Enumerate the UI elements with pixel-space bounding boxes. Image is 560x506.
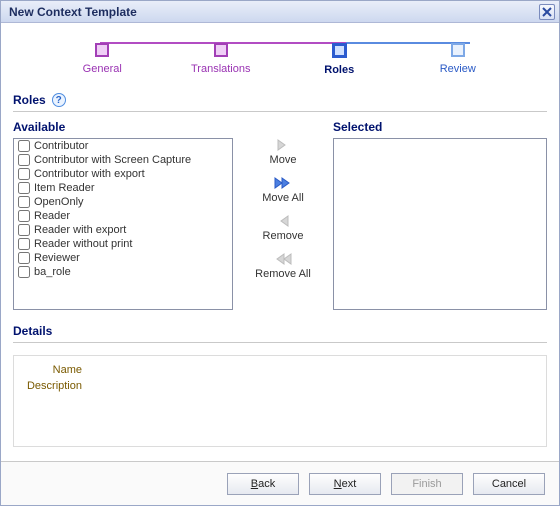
chevron-right-icon: [272, 138, 294, 152]
help-icon[interactable]: ?: [52, 93, 66, 107]
available-column: Available Contributor Contributor with Sc…: [13, 120, 233, 310]
step-review[interactable]: Review: [399, 43, 518, 75]
close-icon: [542, 7, 552, 17]
role-label: Reader: [34, 210, 70, 222]
selected-column: Selected: [333, 120, 547, 310]
step-general[interactable]: General: [43, 43, 162, 75]
selected-label: Selected: [333, 120, 547, 134]
step-label: General: [83, 63, 122, 75]
list-item[interactable]: ba_role: [14, 265, 232, 279]
list-item[interactable]: Contributor: [14, 139, 232, 153]
step-label: Review: [440, 63, 476, 75]
step-box-icon: [332, 43, 347, 58]
chevron-left-icon: [272, 214, 294, 228]
step-label: Translations: [191, 63, 251, 75]
details-name-row: Name: [26, 364, 534, 376]
details-description-label: Description: [26, 380, 86, 392]
move-all-button[interactable]: Move All: [262, 176, 304, 204]
role-label: ba_role: [34, 266, 71, 278]
list-item[interactable]: Reader with export: [14, 223, 232, 237]
move-all-label: Move All: [262, 192, 304, 204]
list-item[interactable]: Reader: [14, 209, 232, 223]
role-label: Reader with export: [34, 224, 126, 236]
role-label: Reviewer: [34, 252, 80, 264]
button-bar: Back Next Finish Cancel: [1, 461, 559, 505]
role-label: Contributor: [34, 140, 88, 152]
double-chevron-right-icon: [272, 176, 294, 190]
details-name-label: Name: [26, 364, 86, 376]
available-label: Available: [13, 120, 233, 134]
step-roles[interactable]: Roles: [280, 43, 399, 76]
back-button[interactable]: Back: [227, 473, 299, 495]
transfer-buttons: Move Move All Remove: [241, 120, 325, 310]
remove-button[interactable]: Remove: [263, 214, 304, 242]
divider: [13, 111, 547, 112]
role-label: Item Reader: [34, 182, 95, 194]
dialog: New Context Template General Translation…: [0, 0, 560, 506]
remove-all-button[interactable]: Remove All: [255, 252, 311, 280]
close-button[interactable]: [539, 4, 555, 20]
finish-button: Finish: [391, 473, 463, 495]
role-label: Contributor with export: [34, 168, 145, 180]
list-item[interactable]: Contributor with Screen Capture: [14, 153, 232, 167]
step-box-icon: [95, 43, 109, 57]
double-chevron-left-icon: [272, 252, 294, 266]
role-checkbox[interactable]: [18, 168, 30, 180]
role-checkbox[interactable]: [18, 266, 30, 278]
selected-listbox[interactable]: [333, 138, 547, 310]
role-checkbox[interactable]: [18, 154, 30, 166]
details-description-row: Description: [26, 380, 534, 392]
move-button[interactable]: Move: [270, 138, 297, 166]
role-label: OpenOnly: [34, 196, 84, 208]
list-item[interactable]: Contributor with export: [14, 167, 232, 181]
list-item[interactable]: Reader without print: [14, 237, 232, 251]
role-checkbox[interactable]: [18, 252, 30, 264]
wizard-steps: General Translations Roles Review: [43, 35, 517, 83]
section-title: Roles: [13, 93, 46, 107]
available-listbox[interactable]: Contributor Contributor with Screen Captu…: [13, 138, 233, 310]
dialog-title: New Context Template: [9, 5, 539, 19]
list-item[interactable]: OpenOnly: [14, 195, 232, 209]
remove-all-label: Remove All: [255, 268, 311, 280]
role-checkbox[interactable]: [18, 224, 30, 236]
step-box-icon: [451, 43, 465, 57]
remove-label: Remove: [263, 230, 304, 242]
role-checkbox[interactable]: [18, 238, 30, 250]
cancel-label: Cancel: [492, 478, 526, 490]
role-label: Reader without print: [34, 238, 132, 250]
role-checkbox[interactable]: [18, 196, 30, 208]
step-box-icon: [214, 43, 228, 57]
step-translations[interactable]: Translations: [162, 43, 281, 75]
role-checkbox[interactable]: [18, 210, 30, 222]
details-header: Details: [13, 324, 547, 338]
list-item[interactable]: Reviewer: [14, 251, 232, 265]
role-checkbox[interactable]: [18, 140, 30, 152]
section-header: Roles ?: [13, 93, 547, 107]
role-checkbox[interactable]: [18, 182, 30, 194]
titlebar: New Context Template: [1, 1, 559, 23]
divider: [13, 342, 547, 343]
roles-row: Available Contributor Contributor with Sc…: [13, 120, 547, 310]
next-button[interactable]: Next: [309, 473, 381, 495]
details-title: Details: [13, 324, 52, 338]
finish-label: Finish: [412, 478, 441, 490]
list-item[interactable]: Item Reader: [14, 181, 232, 195]
step-label: Roles: [324, 64, 354, 76]
cancel-button[interactable]: Cancel: [473, 473, 545, 495]
move-label: Move: [270, 154, 297, 166]
details-panel: Name Description: [13, 355, 547, 447]
role-label: Contributor with Screen Capture: [34, 154, 191, 166]
dialog-content: General Translations Roles Review Roles …: [1, 23, 559, 461]
